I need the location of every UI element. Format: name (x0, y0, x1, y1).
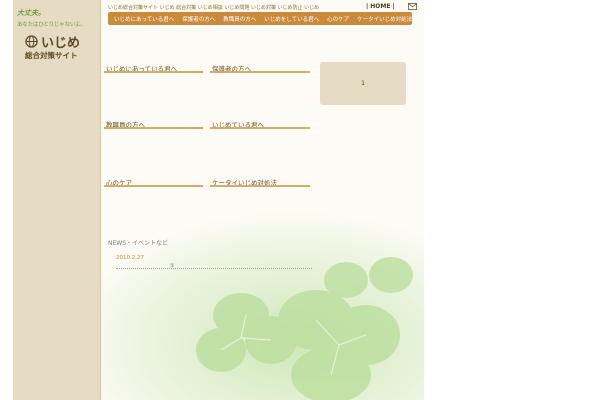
nav-item-teachers[interactable]: 教職員の方へ (221, 15, 258, 23)
news-divider (116, 268, 312, 269)
notice-box[interactable]: 1 (320, 62, 406, 105)
mail-icon[interactable] (408, 3, 417, 10)
section-underline (210, 185, 310, 187)
section-underline (104, 127, 203, 129)
notice-text: 1 (361, 80, 365, 87)
home-link[interactable]: | HOME | (366, 3, 395, 10)
news-date: 2010.2.27 (116, 255, 144, 261)
left-sidebar: 大丈夫。 あなたはひとりじゃないよ。 いじめ 総合対策サイト (13, 0, 101, 400)
logo-tagline-top: 大丈夫。 (17, 9, 45, 17)
logo-tagline-bottom: あなたはひとりじゃないよ。 (17, 22, 86, 28)
nav-item-bully[interactable]: いじめをしている君へ (262, 15, 321, 23)
nav-item-mobile[interactable]: ケータイいじめ対処法 (355, 15, 414, 23)
logo-main: いじめ (25, 32, 80, 51)
globe-icon (25, 35, 38, 48)
nav-item-victim[interactable]: いじめにあっている君へ (112, 15, 176, 23)
section-underline (104, 185, 203, 187)
header-keyword-text: いじめ総合対策サイト いじめ 総合対策 いじめ相談 いじめ問題 いじめ対策 いじ… (108, 5, 320, 11)
main-nav: いじめにあっている君へ 保護者の方へ 教職員の方へ いじめをしている君へ 心のケ… (108, 12, 412, 25)
right-margin (424, 0, 600, 400)
section-underline (104, 71, 203, 73)
site-logo[interactable]: 大丈夫。 あなたはひとりじゃないよ。 いじめ 総合対策サイト (13, 6, 101, 66)
main-content (101, 0, 424, 400)
section-underline (210, 127, 310, 129)
logo-subtitle: 総合対策サイト (25, 51, 78, 60)
nav-item-mental-care[interactable]: 心のケア (325, 15, 351, 23)
nav-item-parents[interactable]: 保護者の方へ (180, 15, 217, 23)
news-heading: NEWS・イベントなど (108, 240, 169, 247)
section-underline (210, 71, 310, 73)
logo-title: いじめ (41, 36, 81, 51)
